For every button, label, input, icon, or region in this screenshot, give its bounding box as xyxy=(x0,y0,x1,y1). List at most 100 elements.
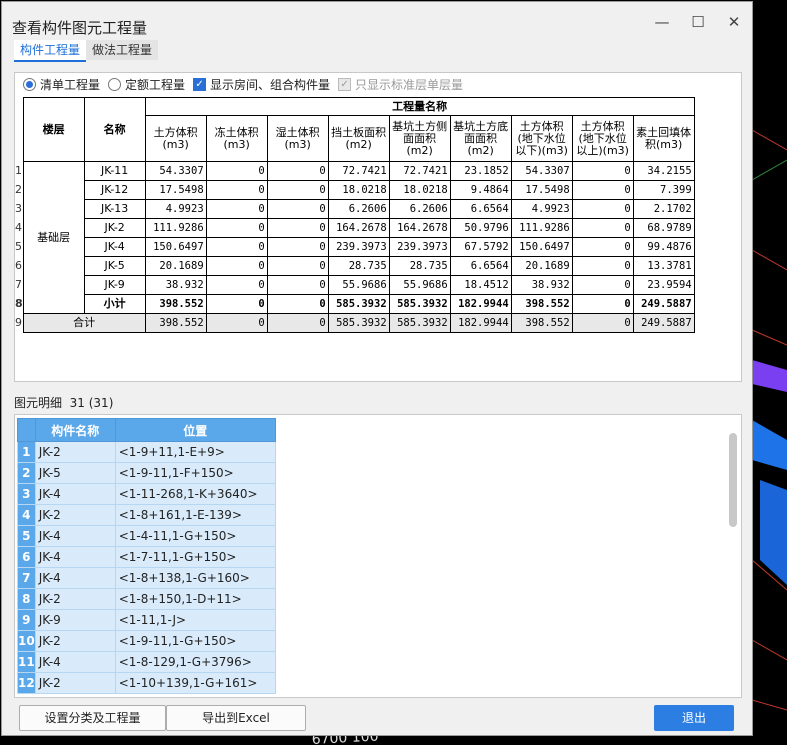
radio-bill-quantity[interactable]: 清单工程量 xyxy=(23,76,100,93)
row-number: 9 xyxy=(15,313,24,333)
name-cell: JK-12 xyxy=(83,180,146,200)
maximize-icon[interactable]: ☐ xyxy=(690,14,706,30)
value-cell: 0 xyxy=(266,161,329,181)
list-item[interactable]: 6 JK-4 <1-7-11,1-G+150> xyxy=(17,546,276,568)
value-cell: 0 xyxy=(571,237,634,257)
detail-index: 2 xyxy=(17,462,36,484)
value-cell: 239.3973 xyxy=(388,237,451,257)
value-cell: 4.9923 xyxy=(144,199,207,219)
settings-button[interactable]: 设置分类及工程量 xyxy=(19,705,166,731)
checkbox-show-rooms[interactable]: ✓ 显示房间、组合构件量 xyxy=(193,76,330,93)
total-cell: 585.3932 xyxy=(327,313,390,333)
table-row[interactable]: 1 基础层 JK-11 54.3307 0 0 72.7421 72.7421 23.1852 5… xyxy=(15,161,695,314)
close-icon[interactable]: ✕ xyxy=(726,14,742,30)
detail-component-name: JK-4 xyxy=(34,525,116,547)
list-item[interactable]: 11 JK-4 <1-8-129,1-G+3796> xyxy=(17,651,276,673)
value-cell: 6.2606 xyxy=(327,199,390,219)
value-cell: 239.3973 xyxy=(327,237,390,257)
value-cell: 0 xyxy=(205,180,268,200)
list-item[interactable]: 1 JK-2 <1-9+11,1-E+9> xyxy=(17,441,276,463)
tab-component-quantity[interactable]: 构件工程量 xyxy=(14,40,87,62)
value-cell: 34.2155 xyxy=(632,161,695,181)
value-cell: 4.9923 xyxy=(510,199,573,219)
value-cell: 72.7421 xyxy=(327,161,390,181)
row-number: 2 xyxy=(15,183,22,196)
detail-index: 3 xyxy=(17,483,36,505)
subtotal-cell: 0 xyxy=(571,294,634,314)
table-row[interactable]: 3 JK-13 4.9923 0 0 6.2606 6.2606 6.6564 4.9923 0 2… xyxy=(15,199,695,219)
table-row[interactable]: 2 JK-12 17.5498 0 0 18.0218 18.0218 9.4864 17.54… xyxy=(15,180,695,200)
table-row[interactable]: 5 JK-4 150.6497 0 0 239.3973 239.3973 67.5792 15… xyxy=(15,237,695,257)
list-item[interactable]: 12 JK-2 <1-10+139,1-G+161> xyxy=(17,672,276,694)
list-item[interactable]: 8 JK-2 <1-8+150,1-D+11> xyxy=(17,588,276,610)
minimize-icon[interactable]: — xyxy=(654,14,670,30)
value-cell: 67.5792 xyxy=(449,237,512,257)
row-number: 5 xyxy=(15,240,22,253)
list-item[interactable]: 4 JK-2 <1-8+161,1-E-139> xyxy=(17,504,276,526)
row-number: 1 xyxy=(15,164,22,177)
checkbox-std-label: 只显示标准层单层量 xyxy=(355,77,464,92)
header-col: 土方体积(m3) xyxy=(144,115,207,162)
table-row[interactable]: 6 JK-5 20.1689 0 0 28.735 28.735 6.6564 20.1689 0… xyxy=(15,256,695,276)
header-floor: 楼层 xyxy=(22,97,85,162)
value-cell: 55.9686 xyxy=(327,275,390,295)
list-item[interactable]: 3 JK-4 <1-11-268,1-K+3640> xyxy=(17,483,276,505)
checkbox-disabled-icon: ✓ xyxy=(338,77,352,91)
table-row[interactable]: 7 JK-9 38.932 0 0 55.9686 55.9686 18.4512 38.932… xyxy=(15,275,695,295)
value-cell: 150.6497 xyxy=(510,237,573,257)
detail-panel: 构件名称 位置 1 JK-2 <1-9+11,1-E+9> 2 JK-5 <1-9-11,… xyxy=(14,414,742,698)
detail-component-name: JK-4 xyxy=(34,546,116,568)
vertical-scrollbar[interactable] xyxy=(729,433,737,527)
value-cell: 7.399 xyxy=(632,180,695,200)
total-cell: 398.552 xyxy=(510,313,573,333)
list-item[interactable]: 5 JK-4 <1-4-11,1-G+150> xyxy=(17,525,276,547)
detail-position: <1-11-268,1-K+3640> xyxy=(114,483,276,505)
subtotal-cell: 0 xyxy=(205,294,268,314)
value-cell: 54.3307 xyxy=(144,161,207,181)
total-cell: 182.9944 xyxy=(449,313,512,333)
value-cell: 6.6564 xyxy=(449,199,512,219)
list-item[interactable]: 9 JK-9 <1-11,1-J> xyxy=(17,609,276,631)
detail-count: 31 (31) xyxy=(69,396,114,410)
detail-index: 12 xyxy=(17,672,36,694)
total-row[interactable]: 9 合计 398.552 0 0 585.3932 585.3932 182.9944 398.… xyxy=(15,313,695,333)
tab-method-quantity[interactable]: 做法工程量 xyxy=(86,40,159,60)
table-row[interactable]: 4 JK-2 111.9286 0 0 164.2678 164.2678 50.9796 11… xyxy=(15,218,695,238)
detail-position: <1-8+150,1-D+11> xyxy=(114,588,276,610)
list-item[interactable]: 7 JK-4 <1-8+138,1-G+160> xyxy=(17,567,276,589)
radio-bill-label: 清单工程量 xyxy=(40,77,101,92)
detail-position: <1-7-11,1-G+150> xyxy=(114,546,276,568)
list-item[interactable]: 2 JK-5 <1-9-11,1-F+150> xyxy=(17,462,276,484)
detail-component-name: JK-4 xyxy=(34,483,116,505)
list-item[interactable]: 10 JK-2 <1-9-11,1-G+150> xyxy=(17,630,276,652)
name-cell: JK-13 xyxy=(83,199,146,219)
value-cell: 50.9796 xyxy=(449,218,512,238)
detail-header-pos: 位置 xyxy=(114,418,276,442)
detail-component-name: JK-9 xyxy=(34,609,116,631)
row-number: 6 xyxy=(15,259,22,272)
detail-position: <1-9+11,1-E+9> xyxy=(114,441,276,463)
detail-component-name: JK-5 xyxy=(34,462,116,484)
total-cell: 0 xyxy=(571,313,634,333)
exit-button[interactable]: 退出 xyxy=(654,705,734,731)
subtotal-cell: 0 xyxy=(266,294,329,314)
subtotal-row[interactable]: 8 小计 398.552 0 0 585.3932 585.3932 182.9944 398.… xyxy=(15,294,695,314)
export-excel-button[interactable]: 导出到Excel xyxy=(166,705,306,731)
value-cell: 0 xyxy=(205,275,268,295)
detail-corner xyxy=(17,418,36,442)
value-cell: 20.1689 xyxy=(510,256,573,276)
value-cell: 150.6497 xyxy=(144,237,207,257)
radio-quota-quantity[interactable]: 定额工程量 xyxy=(108,76,185,93)
detail-component-name: JK-4 xyxy=(34,567,116,589)
name-cell: JK-2 xyxy=(83,218,146,238)
detail-index: 5 xyxy=(17,525,36,547)
value-cell: 0 xyxy=(571,161,634,181)
total-cell: 585.3932 xyxy=(388,313,451,333)
detail-label: 图元明细 xyxy=(14,396,63,410)
header-col: 湿土体积(m3) xyxy=(266,115,329,162)
detail-index: 1 xyxy=(17,441,36,463)
quantity-dialog: 查看构件图元工程量 — ☐ ✕ 构件工程量 做法工程量 清单工程量 定额工程量 … xyxy=(1,1,753,736)
name-cell: JK-9 xyxy=(83,275,146,295)
subtotal-cell: 398.552 xyxy=(144,294,207,314)
value-cell: 0 xyxy=(205,256,268,276)
